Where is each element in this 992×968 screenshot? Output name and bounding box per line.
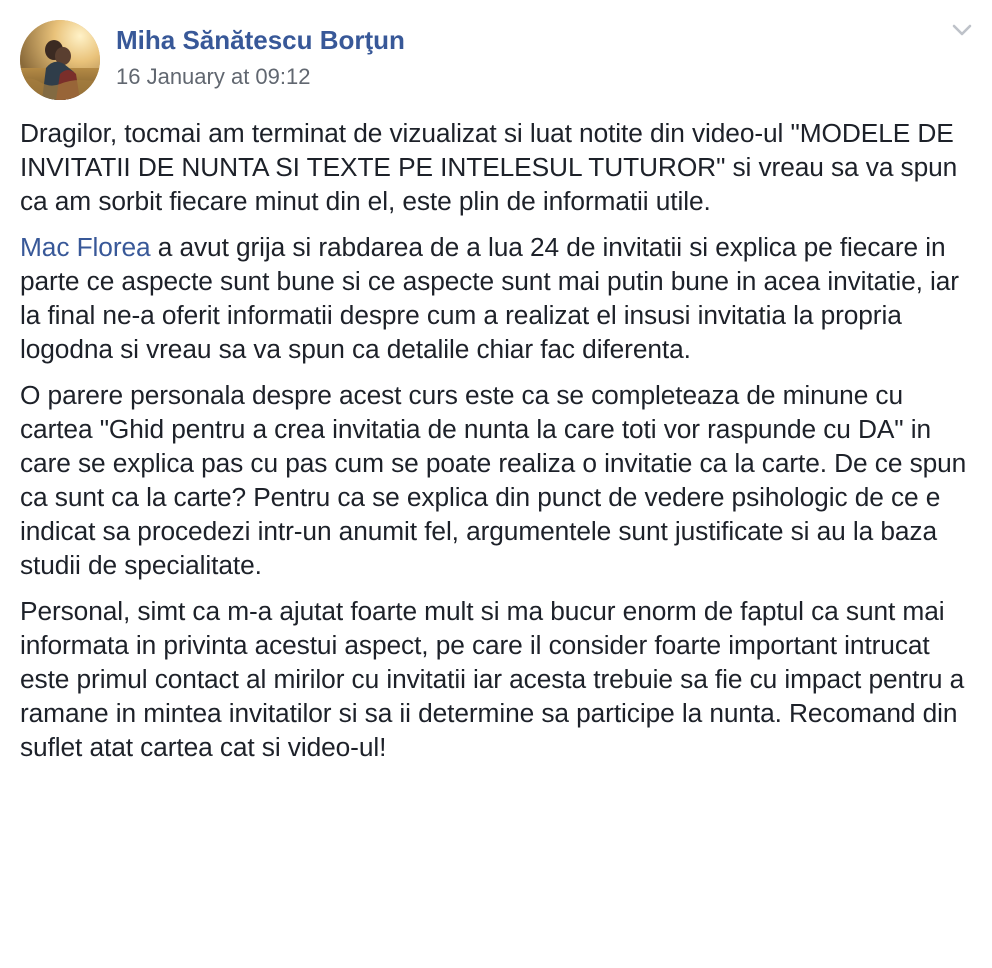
post-options-button[interactable] <box>946 16 978 44</box>
avatar[interactable] <box>20 20 100 100</box>
chevron-down-icon <box>952 24 972 36</box>
paragraph-text: Personal, simt ca m-a ajutat foarte mult… <box>20 596 965 762</box>
paragraph-text: a avut grija si rabdarea de a lua 24 de … <box>20 232 959 364</box>
post-paragraph: Personal, simt ca m-a ajutat foarte mult… <box>20 594 976 764</box>
post-paragraph: Dragilor, tocmai am terminat de vizualiz… <box>20 116 976 218</box>
facebook-post: Miha Sănătescu Borţun 16 January at 09:1… <box>0 0 992 968</box>
post-body: Dragilor, tocmai am terminat de vizualiz… <box>20 116 976 776</box>
profile-photo <box>20 20 100 100</box>
author-name[interactable]: Miha Sănătescu Borţun <box>116 22 405 58</box>
post-paragraph: Mac Florea a avut grija si rabdarea de a… <box>20 230 976 366</box>
post-paragraph: O parere personala despre acest curs est… <box>20 378 976 582</box>
post-timestamp[interactable]: 16 January at 09:12 <box>116 62 310 92</box>
mention-link[interactable]: Mac Florea <box>20 232 151 262</box>
paragraph-text: Dragilor, tocmai am terminat de vizualiz… <box>20 118 958 216</box>
paragraph-text: O parere personala despre acest curs est… <box>20 380 967 580</box>
